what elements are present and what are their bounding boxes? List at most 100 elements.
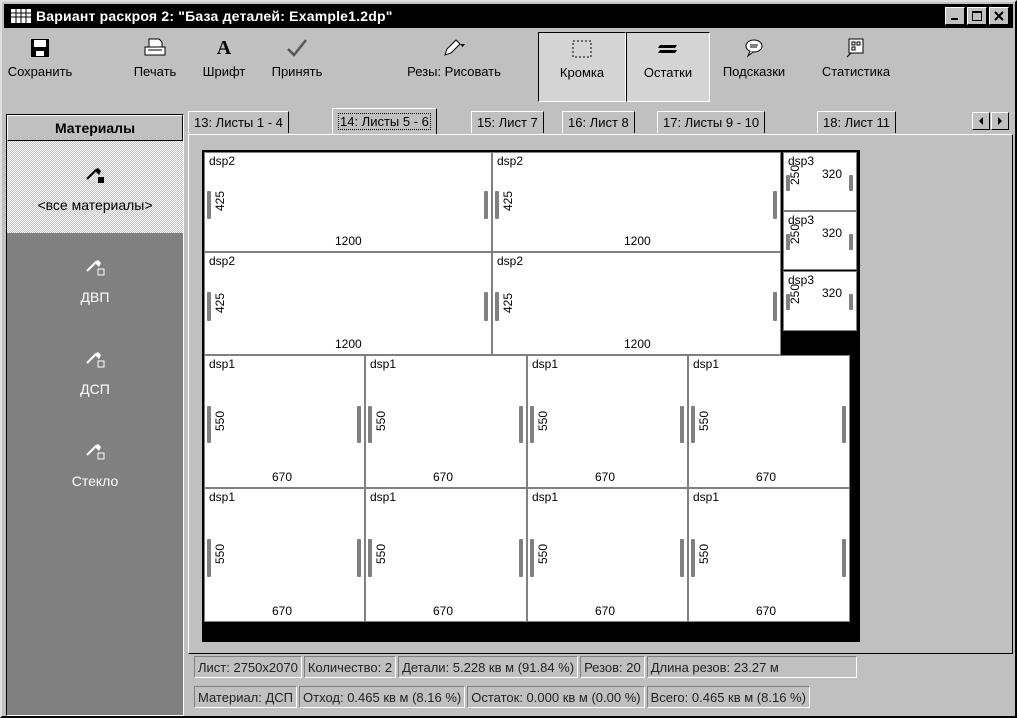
part-dsp1[interactable]: dsp1 550 670 (688, 355, 850, 488)
tab-sheet-11[interactable]: 18: Лист 11 (817, 111, 897, 133)
remains-label: Остатки (643, 65, 693, 80)
part-name: dsp1 (209, 357, 236, 371)
part-dsp1[interactable]: dsp1 550 670 (527, 488, 688, 622)
part-width: 320 (822, 167, 843, 181)
part-width: 1200 (335, 234, 362, 248)
material-item-glass[interactable]: Стекло (7, 417, 183, 509)
part-dsp3[interactable]: dsp3 250 320 (783, 271, 857, 331)
stack-icon (656, 33, 680, 65)
part-height: 425 (501, 293, 515, 314)
edge-mark-right (849, 234, 853, 250)
part-width: 670 (272, 470, 293, 484)
part-height: 250 (788, 224, 802, 245)
print-label: Печать (133, 64, 177, 79)
close-button[interactable] (989, 7, 1009, 25)
status-quantity: Количество: 2 (303, 656, 397, 678)
part-width: 670 (595, 604, 616, 618)
part-dsp1[interactable]: dsp1 550 670 (527, 355, 688, 488)
part-dsp2[interactable]: dsp2 425 1200 (204, 252, 492, 355)
tab-sheets-9-10[interactable]: 17: Листы 9 - 10 (657, 111, 766, 133)
edge-mark-right (519, 406, 523, 443)
part-dsp3[interactable]: dsp3 250 320 (783, 211, 857, 270)
edge-mark-left (495, 191, 499, 219)
save-label: Сохранить (7, 64, 73, 79)
part-width: 670 (433, 470, 454, 484)
edge-mark-right (849, 294, 853, 310)
part-dsp1[interactable]: dsp1 550 670 (365, 488, 527, 622)
part-height: 550 (536, 411, 550, 432)
material-icon (84, 345, 106, 373)
part-height: 425 (213, 293, 227, 314)
edge-mark-left (207, 292, 211, 321)
edge-mark-right (773, 292, 777, 321)
part-name: dsp1 (693, 357, 720, 371)
window-title: Вариант раскроя 2: "База деталей: Exampl… (36, 8, 393, 24)
material-icon (84, 253, 106, 281)
part-dsp3[interactable]: dsp3 250 320 (783, 152, 857, 211)
part-name: dsp2 (497, 254, 524, 268)
part-width: 670 (272, 604, 293, 618)
dashed-rect-icon (571, 33, 593, 65)
tab-label: 17: Листы 9 - 10 (663, 115, 760, 130)
material-icon (84, 437, 106, 465)
edge-mark-right (519, 539, 523, 577)
edge-mark-left (691, 406, 695, 443)
tab-scroll-right-button[interactable] (991, 112, 1009, 130)
tab-sheet-8[interactable]: 16: Лист 8 (562, 111, 635, 133)
tab-label: 18: Лист 11 (823, 115, 891, 130)
tab-sheet-7[interactable]: 15: Лист 7 (471, 111, 544, 133)
part-dsp1[interactable]: dsp1 550 670 (204, 488, 365, 622)
tab-sheets-1-4[interactable]: 13: Листы 1 - 4 (188, 111, 289, 133)
part-dsp1[interactable]: dsp1 550 670 (365, 355, 527, 488)
title-bar[interactable]: Вариант раскроя 2: "База деталей: Exampl… (4, 4, 1013, 28)
print-button[interactable]: Печать (130, 32, 180, 102)
part-dsp2[interactable]: dsp2 425 1200 (492, 152, 781, 252)
part-height: 550 (213, 544, 227, 565)
font-button[interactable]: A Шрифт (200, 32, 248, 102)
edge-mark-left (207, 539, 211, 577)
maximize-button[interactable] (967, 7, 987, 25)
edge-mark-right (842, 539, 846, 577)
part-height: 550 (697, 544, 711, 565)
edge-mark-left (368, 539, 372, 577)
edge-button[interactable]: Кромка (538, 32, 626, 102)
materials-panel: Материалы <все материалы> ДВП ДСП Стекло (6, 114, 184, 716)
material-icon (84, 161, 106, 189)
tab-label: 15: Лист 7 (477, 115, 538, 130)
stats-button[interactable]: Статистика (804, 32, 908, 102)
printer-icon (143, 32, 167, 64)
accept-button[interactable]: Принять (264, 32, 330, 102)
part-name: dsp1 (209, 490, 236, 504)
tab-label: 13: Листы 1 - 4 (194, 115, 283, 130)
stats-label: Статистика (821, 64, 891, 79)
hints-button[interactable]: Подсказки (710, 32, 798, 102)
material-label: ДСП (80, 381, 110, 397)
part-dsp1[interactable]: dsp1 550 670 (204, 355, 365, 488)
checkmark-icon (286, 32, 308, 64)
toolbar: Сохранить Печать A Шрифт Принять Резы: Р… (4, 30, 1013, 106)
tab-scroll-left-button[interactable] (972, 112, 990, 130)
save-button[interactable]: Сохранить (8, 32, 72, 102)
sheet-layout[interactable]: dsp2 425 1200 dsp2 425 1200 dsp2 425 1200 dsp2 425… (202, 150, 860, 642)
cuts-draw-button[interactable]: Резы: Рисовать (388, 32, 520, 102)
status-parts-area: Детали: 5.228 кв м (91.84 %) (398, 656, 579, 678)
part-dsp2[interactable]: dsp2 425 1200 (204, 152, 492, 252)
material-item-all[interactable]: <все материалы> (7, 141, 183, 233)
remains-button[interactable]: Остатки (626, 32, 710, 102)
edge-mark-left (691, 539, 695, 577)
part-name: dsp1 (370, 357, 397, 371)
accept-label: Принять (271, 64, 323, 79)
part-dsp1[interactable]: dsp1 550 670 (688, 488, 850, 622)
edge-mark-left (786, 175, 790, 191)
speech-bubble-icon (743, 32, 765, 64)
material-item-dsp[interactable]: ДСП (7, 325, 183, 417)
part-height: 425 (501, 191, 515, 212)
part-height: 250 (788, 165, 802, 186)
minimize-button[interactable] (945, 7, 965, 25)
status-material: Материал: ДСП (194, 686, 298, 708)
material-item-dvp[interactable]: ДВП (7, 233, 183, 325)
font-icon: A (216, 36, 232, 59)
part-dsp2[interactable]: dsp2 425 1200 (492, 252, 781, 355)
part-name: dsp1 (370, 490, 397, 504)
tab-sheets-5-6[interactable]: 14: Листы 5 - 6 (332, 108, 437, 134)
